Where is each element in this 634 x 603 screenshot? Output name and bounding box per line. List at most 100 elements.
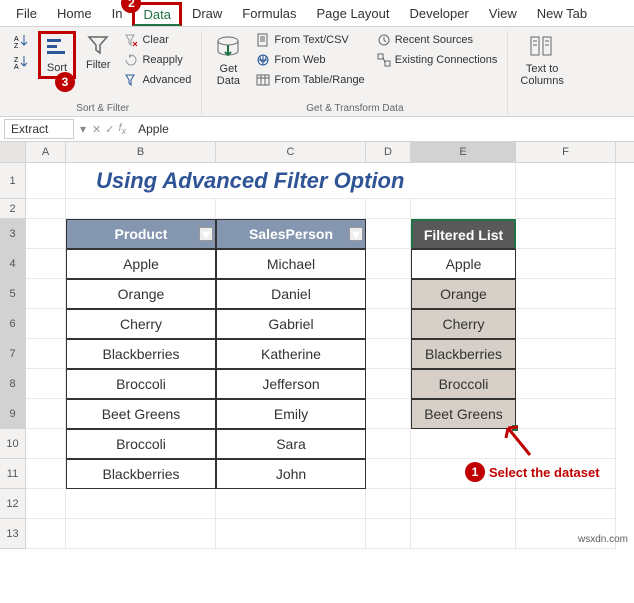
reapply-button[interactable]: Reapply: [120, 51, 195, 69]
col-header-E[interactable]: E: [411, 142, 516, 162]
table-cell-salesperson[interactable]: Daniel: [216, 279, 366, 309]
tab-data[interactable]: Data 2: [132, 2, 181, 26]
row-header-4[interactable]: 4: [0, 249, 26, 279]
table-cell-salesperson[interactable]: Emily: [216, 399, 366, 429]
name-box-dropdown-icon[interactable]: ▾: [80, 122, 86, 136]
row-header-10[interactable]: 10: [0, 429, 26, 459]
filter-button[interactable]: Filter: [80, 31, 116, 73]
recent-icon: [377, 33, 391, 47]
group-label-sortfilter: Sort & Filter: [76, 101, 129, 114]
sort-button[interactable]: Sort 3: [38, 31, 76, 79]
filter-icon: [86, 33, 110, 57]
col-header-C[interactable]: C: [216, 142, 366, 162]
select-all-corner[interactable]: [0, 142, 26, 162]
cancel-formula-icon[interactable]: ✕: [92, 123, 101, 136]
table-cell-salesperson[interactable]: Gabriel: [216, 309, 366, 339]
tab-pagelayout[interactable]: Page Layout: [306, 2, 399, 26]
table-cell-product[interactable]: Broccoli: [66, 429, 216, 459]
table-cell-salesperson[interactable]: Michael: [216, 249, 366, 279]
reapply-icon: [124, 53, 138, 67]
page-title: Using Advanced Filter Option: [96, 168, 404, 194]
table-cell-product[interactable]: Blackberries: [66, 339, 216, 369]
svg-text:Z: Z: [14, 43, 19, 49]
get-data-button[interactable]: Get Data: [208, 31, 248, 89]
table-cell-product[interactable]: Blackberries: [66, 459, 216, 489]
callout-1-badge: 1: [465, 462, 485, 482]
text-csv-icon: [256, 33, 270, 47]
table-icon: [256, 73, 270, 87]
table-cell-salesperson[interactable]: Jefferson: [216, 369, 366, 399]
row-header-3[interactable]: 3: [0, 219, 26, 249]
group-get-transform: Get Data From Text/CSV From Web From Tab…: [202, 31, 508, 114]
row-header-12[interactable]: 12: [0, 489, 26, 519]
header-product[interactable]: Product▾: [66, 219, 216, 249]
row-header-2[interactable]: 2: [0, 199, 26, 219]
tab-draw[interactable]: Draw: [182, 2, 232, 26]
filtered-cell[interactable]: Apple: [411, 249, 516, 279]
formula-input[interactable]: Apple: [132, 120, 630, 138]
sort-desc-button[interactable]: ZA: [10, 52, 34, 72]
filter-dropdown-icon[interactable]: ▾: [349, 227, 363, 241]
table-cell-product[interactable]: Apple: [66, 249, 216, 279]
col-header-A[interactable]: A: [26, 142, 66, 162]
tab-view[interactable]: View: [479, 2, 527, 26]
row-header-11[interactable]: 11: [0, 459, 26, 489]
header-filtered[interactable]: Filtered List: [411, 219, 516, 249]
get-data-icon: [214, 33, 242, 61]
tab-home[interactable]: Home: [47, 2, 102, 26]
row-header-7[interactable]: 7: [0, 339, 26, 369]
ribbon-body: AZ ZA Sort 3 Filter Clear Reapply Advanc…: [0, 27, 634, 117]
row-header-1[interactable]: 1: [0, 163, 26, 199]
existing-conn-button[interactable]: Existing Connections: [373, 51, 502, 69]
tab-newtab[interactable]: New Tab: [527, 2, 597, 26]
from-table-button[interactable]: From Table/Range: [252, 71, 368, 89]
sort-icon: [45, 36, 69, 60]
name-box[interactable]: Extract: [4, 119, 74, 139]
table-cell-salesperson[interactable]: Sara: [216, 429, 366, 459]
filtered-cell[interactable]: Orange: [411, 279, 516, 309]
tab-file[interactable]: File: [6, 2, 47, 26]
filtered-cell[interactable]: Blackberries: [411, 339, 516, 369]
row-header-8[interactable]: 8: [0, 369, 26, 399]
table-cell-product[interactable]: Broccoli: [66, 369, 216, 399]
row-header-13[interactable]: 13: [0, 519, 26, 549]
table-cell-product[interactable]: Cherry: [66, 309, 216, 339]
row-header-6[interactable]: 6: [0, 309, 26, 339]
table-cell-salesperson[interactable]: Katherine: [216, 339, 366, 369]
col-header-B[interactable]: B: [66, 142, 216, 162]
fill-handle[interactable]: [512, 425, 518, 431]
tab-formulas[interactable]: Formulas: [232, 2, 306, 26]
col-header-D[interactable]: D: [366, 142, 411, 162]
callout-3-badge: 3: [55, 72, 75, 92]
table-cell-product[interactable]: Orange: [66, 279, 216, 309]
filtered-cell[interactable]: Cherry: [411, 309, 516, 339]
ribbon-tabs: File Home In Data 2 Draw Formulas Page L…: [0, 0, 634, 27]
svg-text:A: A: [14, 64, 19, 70]
clear-button[interactable]: Clear: [120, 31, 195, 49]
clear-icon: [124, 33, 138, 47]
filtered-cell[interactable]: Beet Greens: [411, 399, 516, 429]
fx-icon[interactable]: fx: [118, 122, 126, 136]
callout-2-badge: 2: [121, 0, 141, 13]
watermark: wsxdn.com: [578, 534, 628, 545]
recent-sources-button[interactable]: Recent Sources: [373, 31, 502, 49]
from-text-button[interactable]: From Text/CSV: [252, 31, 368, 49]
filter-dropdown-icon[interactable]: ▾: [199, 227, 213, 241]
row-header-5[interactable]: 5: [0, 279, 26, 309]
enter-formula-icon[interactable]: ✓: [105, 123, 114, 136]
group-datatools: Text to Columns: [508, 31, 575, 114]
advanced-button[interactable]: Advanced: [120, 71, 195, 89]
row-header-9[interactable]: 9: [0, 399, 26, 429]
web-icon: [256, 53, 270, 67]
col-header-F[interactable]: F: [516, 142, 616, 162]
header-salesperson[interactable]: SalesPerson▾: [216, 219, 366, 249]
filtered-cell[interactable]: Broccoli: [411, 369, 516, 399]
sort-asc-button[interactable]: AZ: [10, 31, 34, 51]
table-cell-salesperson[interactable]: John: [216, 459, 366, 489]
tab-developer[interactable]: Developer: [400, 2, 479, 26]
advanced-icon: [124, 73, 138, 87]
group-sort-filter: AZ ZA Sort 3 Filter Clear Reapply Advanc…: [4, 31, 202, 114]
from-web-button[interactable]: From Web: [252, 51, 368, 69]
text-to-columns-button[interactable]: Text to Columns: [514, 31, 569, 89]
table-cell-product[interactable]: Beet Greens: [66, 399, 216, 429]
